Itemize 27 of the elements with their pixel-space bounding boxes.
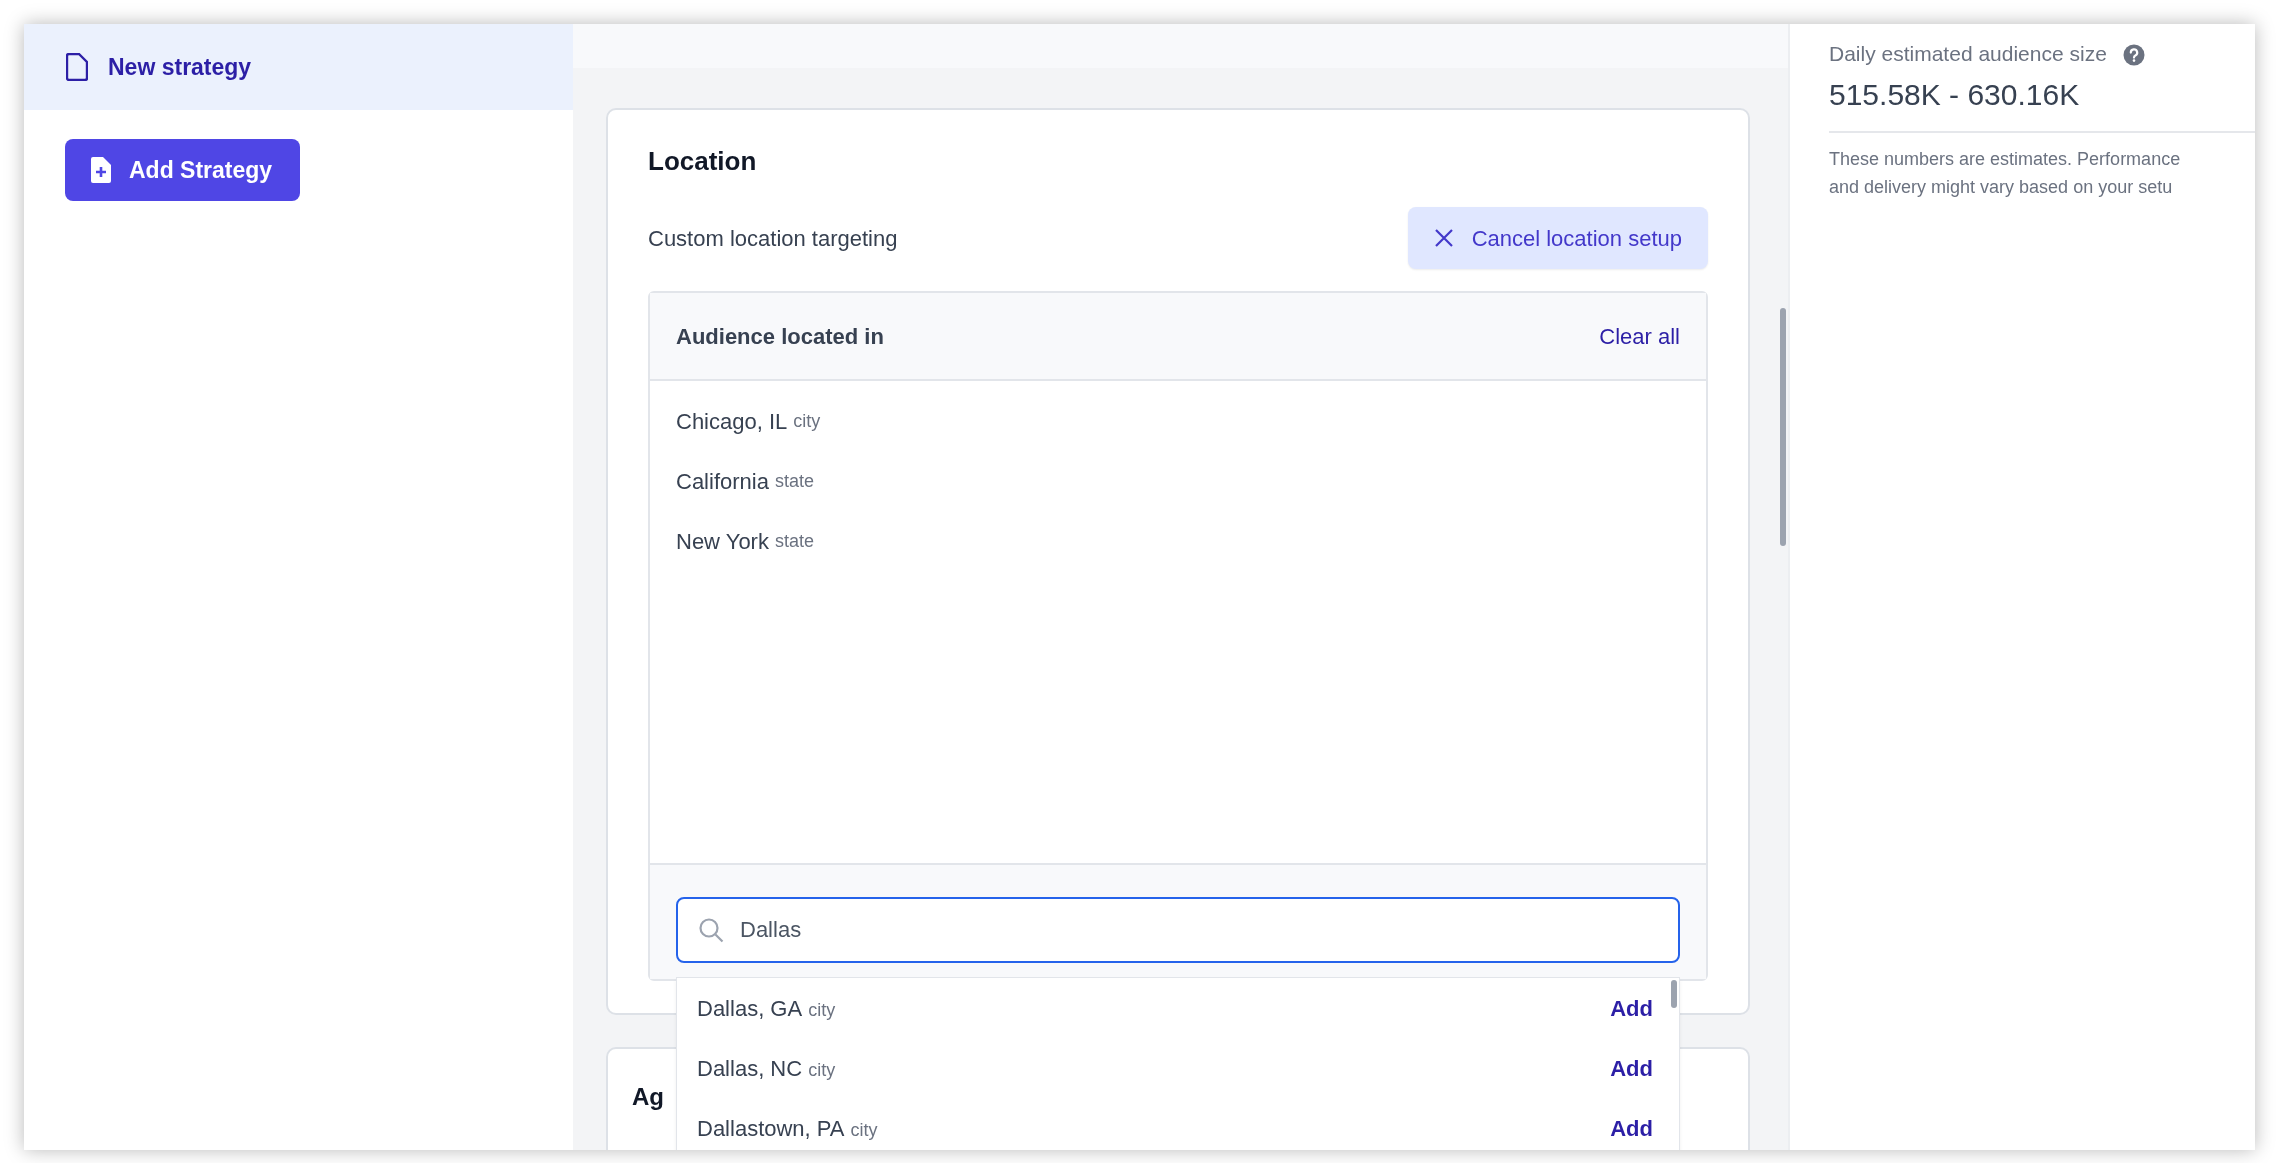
subtitle: Custom location targeting [648, 224, 898, 253]
search-field[interactable]: Dallas [676, 897, 1680, 964]
suggestion-item: Dallas, GA city [697, 994, 836, 1023]
cancel-button[interactable]: Cancel location setup [1407, 207, 1708, 270]
add-link[interactable]: Add [1610, 1111, 1653, 1145]
add-link[interactable]: Add [1610, 991, 1653, 1025]
estimate-value: 515.58K - 630.16K [1829, 76, 2081, 113]
clear-all-link[interactable]: Clear all [1599, 319, 1680, 353]
location-item: New York state [676, 527, 815, 556]
sidebar-item[interactable]: New strategy [24, 24, 573, 110]
add-link[interactable]: Add [1610, 1051, 1653, 1085]
scrollbar-thumb[interactable] [1671, 980, 1677, 1009]
list-header-title: Audience located in [676, 322, 884, 351]
help-icon[interactable] [2122, 43, 2145, 66]
estimate-note: These numbers are estimates. Performance and delivery might vary based on your setu [1829, 147, 2182, 199]
document-icon [66, 53, 88, 81]
file-plus-icon [91, 157, 111, 183]
add-strategy-button[interactable]: Add Strategy [65, 139, 301, 201]
suggestion-item: Dallastown, PA city [697, 1114, 878, 1143]
scrollbar-thumb[interactable] [1780, 308, 1786, 546]
location-item: California state [676, 467, 815, 496]
estimate-label: Daily estimated audience size [1829, 41, 2107, 67]
section-title: Location [648, 146, 758, 178]
section-title: Ag [632, 1083, 664, 1112]
close-icon [1433, 228, 1454, 249]
suggestion-item: Dallas, NC city [697, 1054, 836, 1083]
location-item: Chicago, IL city [676, 407, 822, 436]
